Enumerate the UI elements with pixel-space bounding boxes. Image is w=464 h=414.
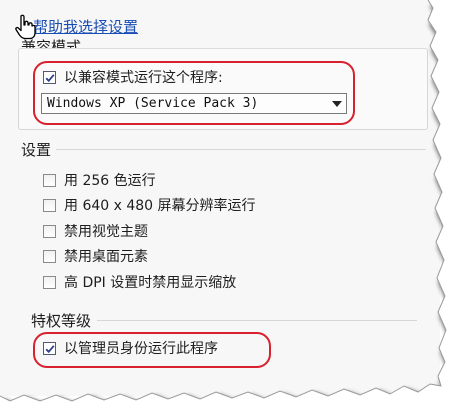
disable-themes-label: 禁用视觉主题 xyxy=(64,224,148,240)
compat-mode-checkbox-row[interactable]: 以兼容模式运行这个程序: xyxy=(43,67,223,87)
help-me-choose-link[interactable]: 帮助我选择设置 xyxy=(33,16,138,37)
os-version-selected: Windows XP (Service Pack 3) xyxy=(47,96,259,111)
256-colors-checkbox[interactable] xyxy=(43,173,56,187)
dpi-scaling-checkbox[interactable] xyxy=(43,275,56,289)
run-as-admin-checkbox[interactable] xyxy=(43,341,56,355)
settings-separator xyxy=(56,149,426,150)
os-version-dropdown[interactable]: Windows XP (Service Pack 3) xyxy=(41,93,347,114)
compat-mode-checkbox[interactable] xyxy=(43,70,56,84)
compat-mode-checkbox-label: 以兼容模式运行这个程序: xyxy=(64,70,223,86)
privilege-separator xyxy=(97,320,417,321)
dpi-scaling-label: 高 DPI 设置时禁用显示缩放 xyxy=(64,275,237,291)
disable-desktop-checkbox[interactable] xyxy=(43,249,56,263)
chevron-down-icon[interactable] xyxy=(328,94,346,113)
640x480-checkbox[interactable] xyxy=(43,198,56,212)
checkmark-icon xyxy=(45,344,55,353)
256-colors-label: 用 256 色运行 xyxy=(64,173,156,189)
settings-item-640x480[interactable]: 用 640 x 480 屏幕分辨率运行 xyxy=(43,195,256,215)
disable-desktop-label: 禁用桌面元素 xyxy=(64,249,148,265)
settings-title: 设置 xyxy=(21,141,52,159)
privilege-title: 特权等级 xyxy=(31,312,92,330)
640x480-label: 用 640 x 480 屏幕分辨率运行 xyxy=(64,198,256,214)
run-as-admin-row[interactable]: 以管理员身份运行此程序 xyxy=(43,338,218,358)
settings-item-disable-desktop[interactable]: 禁用桌面元素 xyxy=(43,246,148,266)
settings-item-256-colors[interactable]: 用 256 色运行 xyxy=(43,170,156,190)
settings-item-dpi-scaling[interactable]: 高 DPI 设置时禁用显示缩放 xyxy=(43,272,236,292)
checkmark-icon xyxy=(45,73,55,82)
compat-mode-group xyxy=(18,48,428,130)
settings-item-disable-themes[interactable]: 禁用视觉主题 xyxy=(43,221,148,241)
disable-themes-checkbox[interactable] xyxy=(43,224,56,238)
run-as-admin-label: 以管理员身份运行此程序 xyxy=(64,341,218,357)
